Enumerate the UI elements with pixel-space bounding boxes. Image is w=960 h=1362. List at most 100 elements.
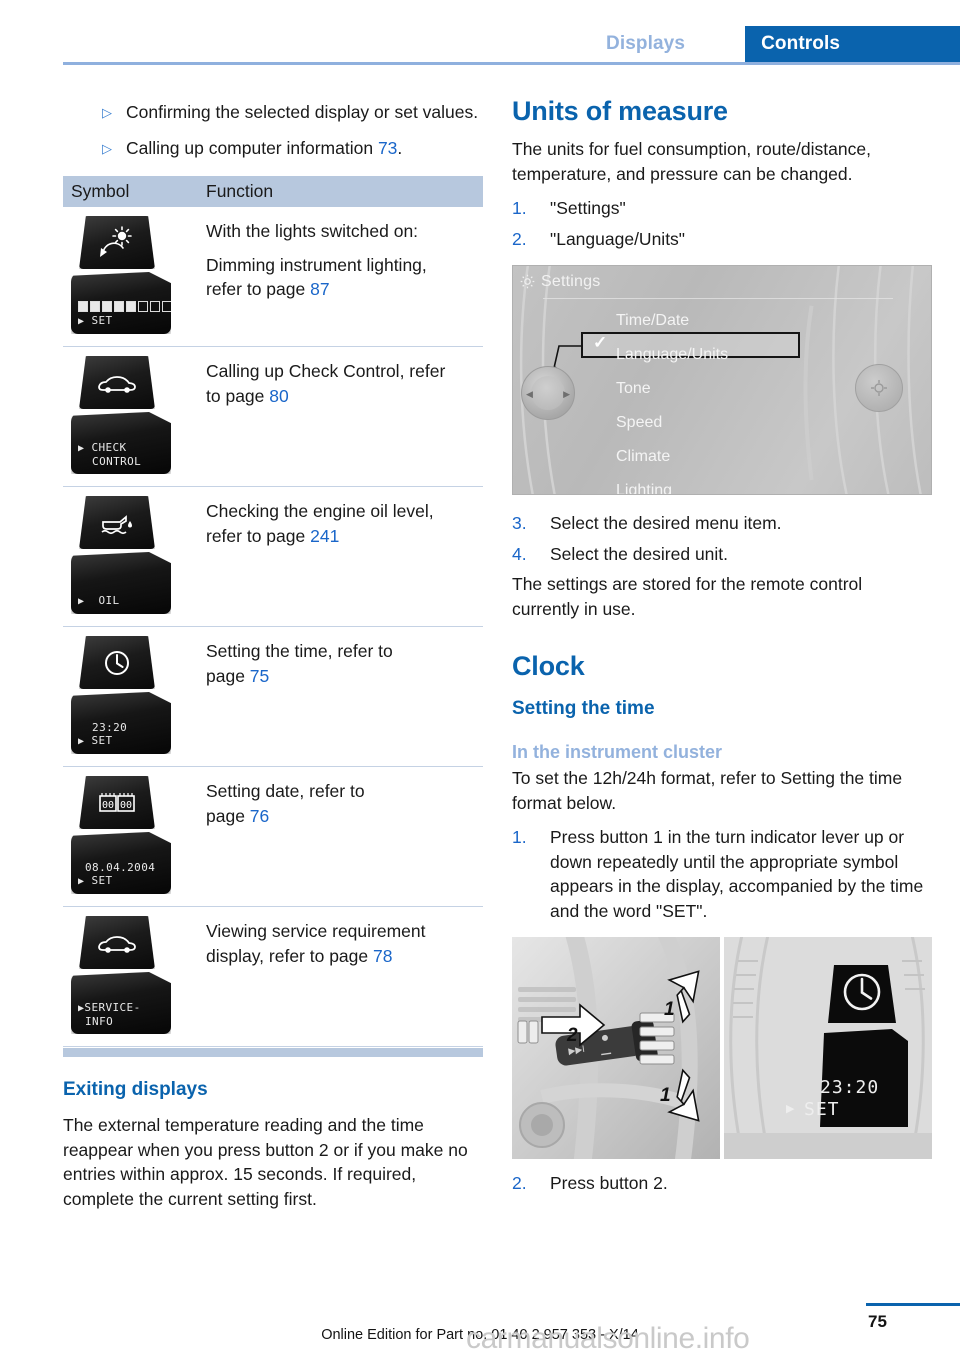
function-line-1: With the lights switched on: — [206, 221, 419, 241]
settings-figure-divider — [543, 298, 893, 299]
bullet-text: Calling up computer information — [126, 137, 378, 158]
list-item: 4. Select the desired unit. — [512, 542, 934, 567]
page-reference[interactable]: 75 — [250, 666, 269, 686]
stalk-display-bottom: ▶SERVICE- INFO — [71, 972, 171, 1034]
function-tail: refer to page — [206, 525, 311, 546]
stalk-display-bottom: 23:20 ▶ SET — [71, 692, 171, 754]
settings-menu-figure: Settings ✓ Time/Date Language/Units Tone… — [512, 265, 932, 495]
step-text: "Language/Units" — [550, 228, 686, 249]
triangle-bullet-icon: ▷ — [102, 140, 112, 156]
table-bottom-divider — [63, 1048, 483, 1057]
list-item: ▷ Confirming the selected display or set… — [63, 100, 483, 125]
stalk-display-bottom: ▶ CHECK CONTROL — [71, 412, 171, 474]
symbol-cell: ▶ OIL — [63, 487, 206, 626]
function-line-1: Setting the time, refer to — [206, 641, 393, 661]
clock-stalk-icon: 23:20 ▶ SET — [71, 636, 171, 754]
arrow-right-icon: ▶ — [563, 389, 570, 399]
check-control-stalk-icon: ▶ CHECK CONTROL — [71, 356, 171, 474]
page-number: 75 — [868, 1312, 887, 1331]
menu-item-lighting[interactable]: Lighting — [616, 474, 728, 494]
function-cell: Calling up Check Control, refer to page … — [206, 347, 483, 486]
checkmark-icon: ✓ — [593, 333, 608, 352]
car-icon — [98, 935, 136, 953]
header-divider — [63, 62, 960, 65]
table-row: 23:20 ▶ SET Setting the time, refer to p… — [63, 627, 483, 767]
settings-figure-title: Settings — [541, 273, 601, 290]
menu-item-speed[interactable]: Speed — [616, 406, 728, 440]
stalk-display-bottom: ▶ OIL — [71, 552, 171, 614]
page-reference[interactable]: 78 — [373, 946, 392, 966]
list-item: 1. Press button 1 in the turn indicator … — [512, 825, 934, 923]
step-number: 2. — [512, 1173, 527, 1193]
turn-indicator-lever-figure: ▶▶I 1 2 1 23:20 ▶ SET — [512, 937, 932, 1159]
footer-rule — [866, 1303, 960, 1306]
cluster-lcd-set: SET — [804, 1099, 840, 1120]
column-header-function: Function — [206, 181, 274, 201]
page-header: Displays Controls — [0, 0, 960, 65]
triangle-bullet-icon: ▷ — [102, 105, 112, 120]
gear-icon — [871, 380, 887, 396]
instrument-cluster-photo: 23:20 ▶ SET — [724, 937, 932, 1159]
page-reference[interactable]: 80 — [269, 386, 288, 406]
function-line-1: Setting date, refer to — [206, 781, 365, 801]
page-reference[interactable]: 241 — [310, 526, 339, 546]
list-item: 3. Select the desired menu item. — [512, 511, 934, 536]
list-item: 2. "Language/Units" — [512, 227, 934, 252]
function-line-1: Calling up Check Control, refer — [206, 361, 446, 381]
bullet-text-suffix: . — [397, 137, 403, 158]
clock-heading: Clock — [512, 651, 585, 681]
function-line-1: Checking the engine oil level, — [206, 501, 434, 521]
function-line-1: Viewing service requirement — [206, 921, 426, 941]
function-tail: page — [206, 805, 250, 826]
units-of-measure-heading: Units of measure — [512, 96, 728, 126]
tab-controls[interactable]: Controls — [745, 26, 960, 62]
step-number: 1. — [512, 827, 527, 847]
tab-displays[interactable]: Displays — [606, 26, 685, 62]
clock-icon — [105, 650, 129, 675]
function-line-2: Dimming instrument lighting, — [206, 254, 427, 275]
sun-dimmer-icon — [100, 225, 132, 257]
units-steps-list-b: 3. Select the desired menu item. 4. Sele… — [512, 511, 934, 566]
secondary-knob[interactable] — [855, 364, 903, 412]
stalk-lcd-text: 23:20 ▶ SET — [78, 721, 128, 747]
symbol-cell: 00 00 08.04.2004 ▶ SET — [63, 767, 206, 906]
stalk-lcd-text: 08.04.2004 ▶ SET — [78, 861, 156, 887]
callout-label-1-up: 1 — [664, 999, 675, 1020]
step-text: Select the desired unit. — [550, 543, 729, 564]
callout-label-1-down: 1 — [660, 1085, 671, 1106]
right-column: Units of measure The units for fuel cons… — [512, 96, 934, 1202]
list-item: 2. Press button 2. — [512, 1171, 934, 1196]
symbol-cell: ▶ SET — [63, 207, 206, 346]
page-reference[interactable]: 76 — [250, 806, 269, 826]
left-column: ▷ Confirming the selected display or set… — [63, 100, 483, 1215]
stalk-button-top: 00 00 — [79, 776, 155, 829]
stalk-button-top — [79, 496, 155, 549]
function-cell: Setting date, refer to page 76 — [206, 767, 483, 906]
stalk-display-bottom: 08.04.2004 ▶ SET — [71, 832, 171, 894]
brightness-bargraph — [78, 301, 171, 312]
page-reference[interactable]: 87 — [310, 279, 329, 299]
table-row: ▶ OIL Checking the engine oil level, ref… — [63, 487, 483, 627]
exiting-displays-body: The external temperature reading and the… — [63, 1115, 468, 1209]
step-text: Press button 2. — [550, 1173, 668, 1193]
exiting-displays-heading: Exiting displays — [63, 1079, 208, 1100]
stalk-lcd-text: ▶SERVICE- INFO — [78, 1001, 141, 1028]
list-item: 1. "Settings" — [512, 196, 934, 221]
car-icon — [98, 375, 136, 393]
function-tail: page — [206, 665, 250, 686]
menu-item-time-date[interactable]: Time/Date — [616, 304, 728, 338]
menu-item-language-units[interactable]: Language/Units — [616, 338, 728, 372]
function-cell: Viewing service requirement display, ref… — [206, 907, 483, 1046]
menu-item-tone[interactable]: Tone — [616, 372, 728, 406]
function-tail: to page — [206, 385, 270, 406]
stalk-button-top — [79, 356, 155, 409]
symbol-cell: ▶SERVICE- INFO — [63, 907, 206, 1046]
idrive-controller-knob[interactable]: ◀ ▶ — [521, 366, 575, 420]
clock-body-text: To set the 12h/24h format, refer to Sett… — [512, 768, 903, 813]
table-row: 00 00 08.04.2004 ▶ SET Setting date, ref… — [63, 767, 483, 907]
menu-item-climate[interactable]: Climate — [616, 440, 728, 474]
function-tail: display, refer to page — [206, 945, 373, 966]
units-of-measure-body: The units for fuel consumption, route/di… — [512, 139, 871, 184]
list-item: ▷ Calling up computer information 73. — [63, 136, 483, 161]
page-reference[interactable]: 73 — [378, 138, 397, 158]
